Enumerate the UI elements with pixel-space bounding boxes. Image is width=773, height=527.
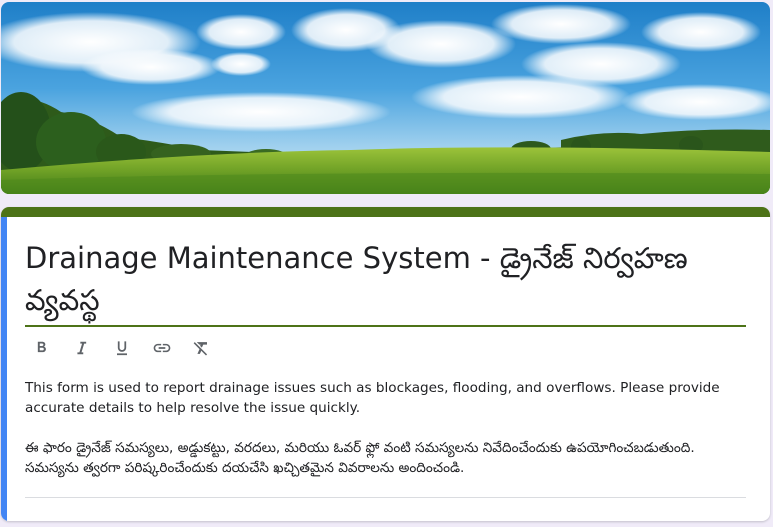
focus-indicator-bar: [1, 217, 7, 521]
form-title-input[interactable]: Drainage Maintenance System - డ్రైనేజ్ న…: [25, 237, 745, 323]
insert-link-button[interactable]: [149, 335, 175, 361]
clear-formatting-button[interactable]: [189, 335, 215, 361]
italic-button[interactable]: [69, 335, 95, 361]
description-underline: [25, 497, 746, 498]
bold-icon: [37, 341, 46, 353]
title-focus-underline: [25, 325, 746, 327]
theme-color-bar: [1, 207, 770, 217]
underline-button[interactable]: [109, 335, 135, 361]
header-banner-image: [1, 2, 770, 194]
description-telugu: ఈ ఫారం డ్రైనేజ్ సమస్యలు, అడ్డుకట్టు, వరద…: [25, 440, 695, 476]
bold-button[interactable]: [29, 335, 55, 361]
description-blank-line: [25, 418, 741, 438]
clear-formatting-icon: [193, 342, 208, 356]
text-formatting-toolbar: [29, 335, 229, 361]
form-description-input[interactable]: This form is used to report drainage iss…: [25, 378, 741, 478]
form-editor-page: Drainage Maintenance System - డ్రైనేజ్ న…: [0, 0, 773, 527]
description-english: This form is used to report drainage iss…: [25, 380, 720, 416]
underline-icon: [117, 341, 127, 356]
link-icon: [153, 343, 171, 353]
italic-icon: [77, 341, 87, 355]
form-header-card[interactable]: Drainage Maintenance System - డ్రైనేజ్ న…: [1, 207, 770, 521]
